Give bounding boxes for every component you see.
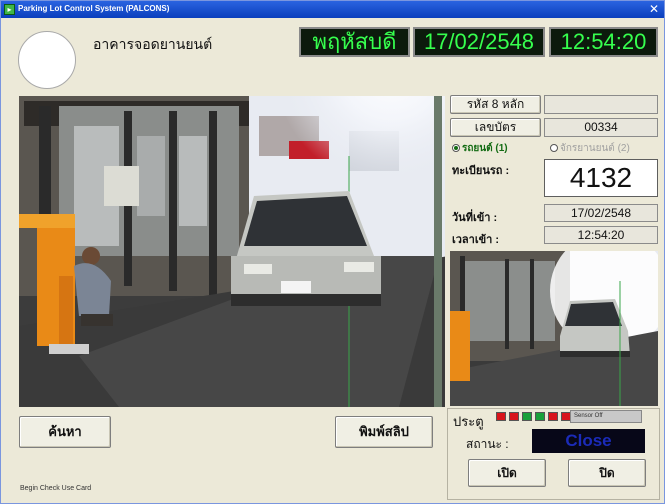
gate-status-label: สถานะ : [466, 437, 509, 451]
gate-led-5 [548, 412, 558, 421]
print-slip-button[interactable]: พิมพ์สลิป [335, 416, 433, 448]
app-icon: ▸ [4, 4, 15, 15]
card-number-button[interactable]: เลขบัตร [450, 118, 541, 137]
vehicle-motorcycle-radio[interactable]: จักรยานยนต์ (2) [550, 141, 630, 156]
gate-status-display: Close [532, 429, 645, 453]
code-8-digit-field[interactable] [544, 95, 658, 114]
code-8-digit-button[interactable]: รหัส 8 หลัก [450, 95, 541, 114]
exit-camera-view [450, 251, 658, 406]
open-gate-button[interactable]: เปิด [468, 459, 546, 487]
plate-label: ทะเบียนรถ : [452, 165, 510, 177]
gate-led-3 [522, 412, 532, 421]
vehicle-motorcycle-label: จักรยานยนต์ (2) [560, 143, 630, 154]
date-in-field: 17/02/2548 [544, 204, 658, 222]
building-name: อาคารจอดยานยนต์ [93, 36, 213, 52]
gate-led-2 [509, 412, 519, 421]
date-in-label: วันที่เข้า : [452, 212, 498, 224]
app-window: ▸ Parking Lot Control System (PALCONS) ✕… [0, 0, 665, 504]
plate-number: 4132 [544, 159, 658, 197]
time-display: 12:54:20 [549, 27, 658, 57]
gate-label: ประตู [453, 414, 484, 429]
radio-selected-icon [452, 144, 460, 152]
gate-led-4 [535, 412, 545, 421]
close-gate-button[interactable]: ปิด [568, 459, 646, 487]
close-icon[interactable]: ✕ [649, 2, 659, 16]
sensor-status: Sensor Off [570, 410, 642, 423]
time-in-field: 12:54:20 [544, 226, 658, 244]
search-button[interactable]: ค้นหา [19, 416, 111, 448]
radio-unselected-icon [550, 144, 558, 152]
title-bar: ▸ Parking Lot Control System (PALCONS) ✕ [1, 1, 664, 18]
vehicle-car-label: รถยนต์ (1) [462, 143, 508, 154]
vehicle-car-radio[interactable]: รถยนต์ (1) [452, 141, 508, 156]
status-bar-text: Begin Check Use Card [20, 485, 92, 492]
date-display: 17/02/2548 [413, 27, 545, 57]
gate-led-1 [496, 412, 506, 421]
logo [18, 31, 76, 89]
time-in-label: เวลาเข้า : [452, 234, 500, 246]
window-title: Parking Lot Control System (PALCONS) [18, 4, 170, 13]
day-display: พฤหัสบดี [299, 27, 410, 57]
card-number-field: 00334 [544, 118, 658, 137]
entrance-camera-view [19, 96, 445, 407]
